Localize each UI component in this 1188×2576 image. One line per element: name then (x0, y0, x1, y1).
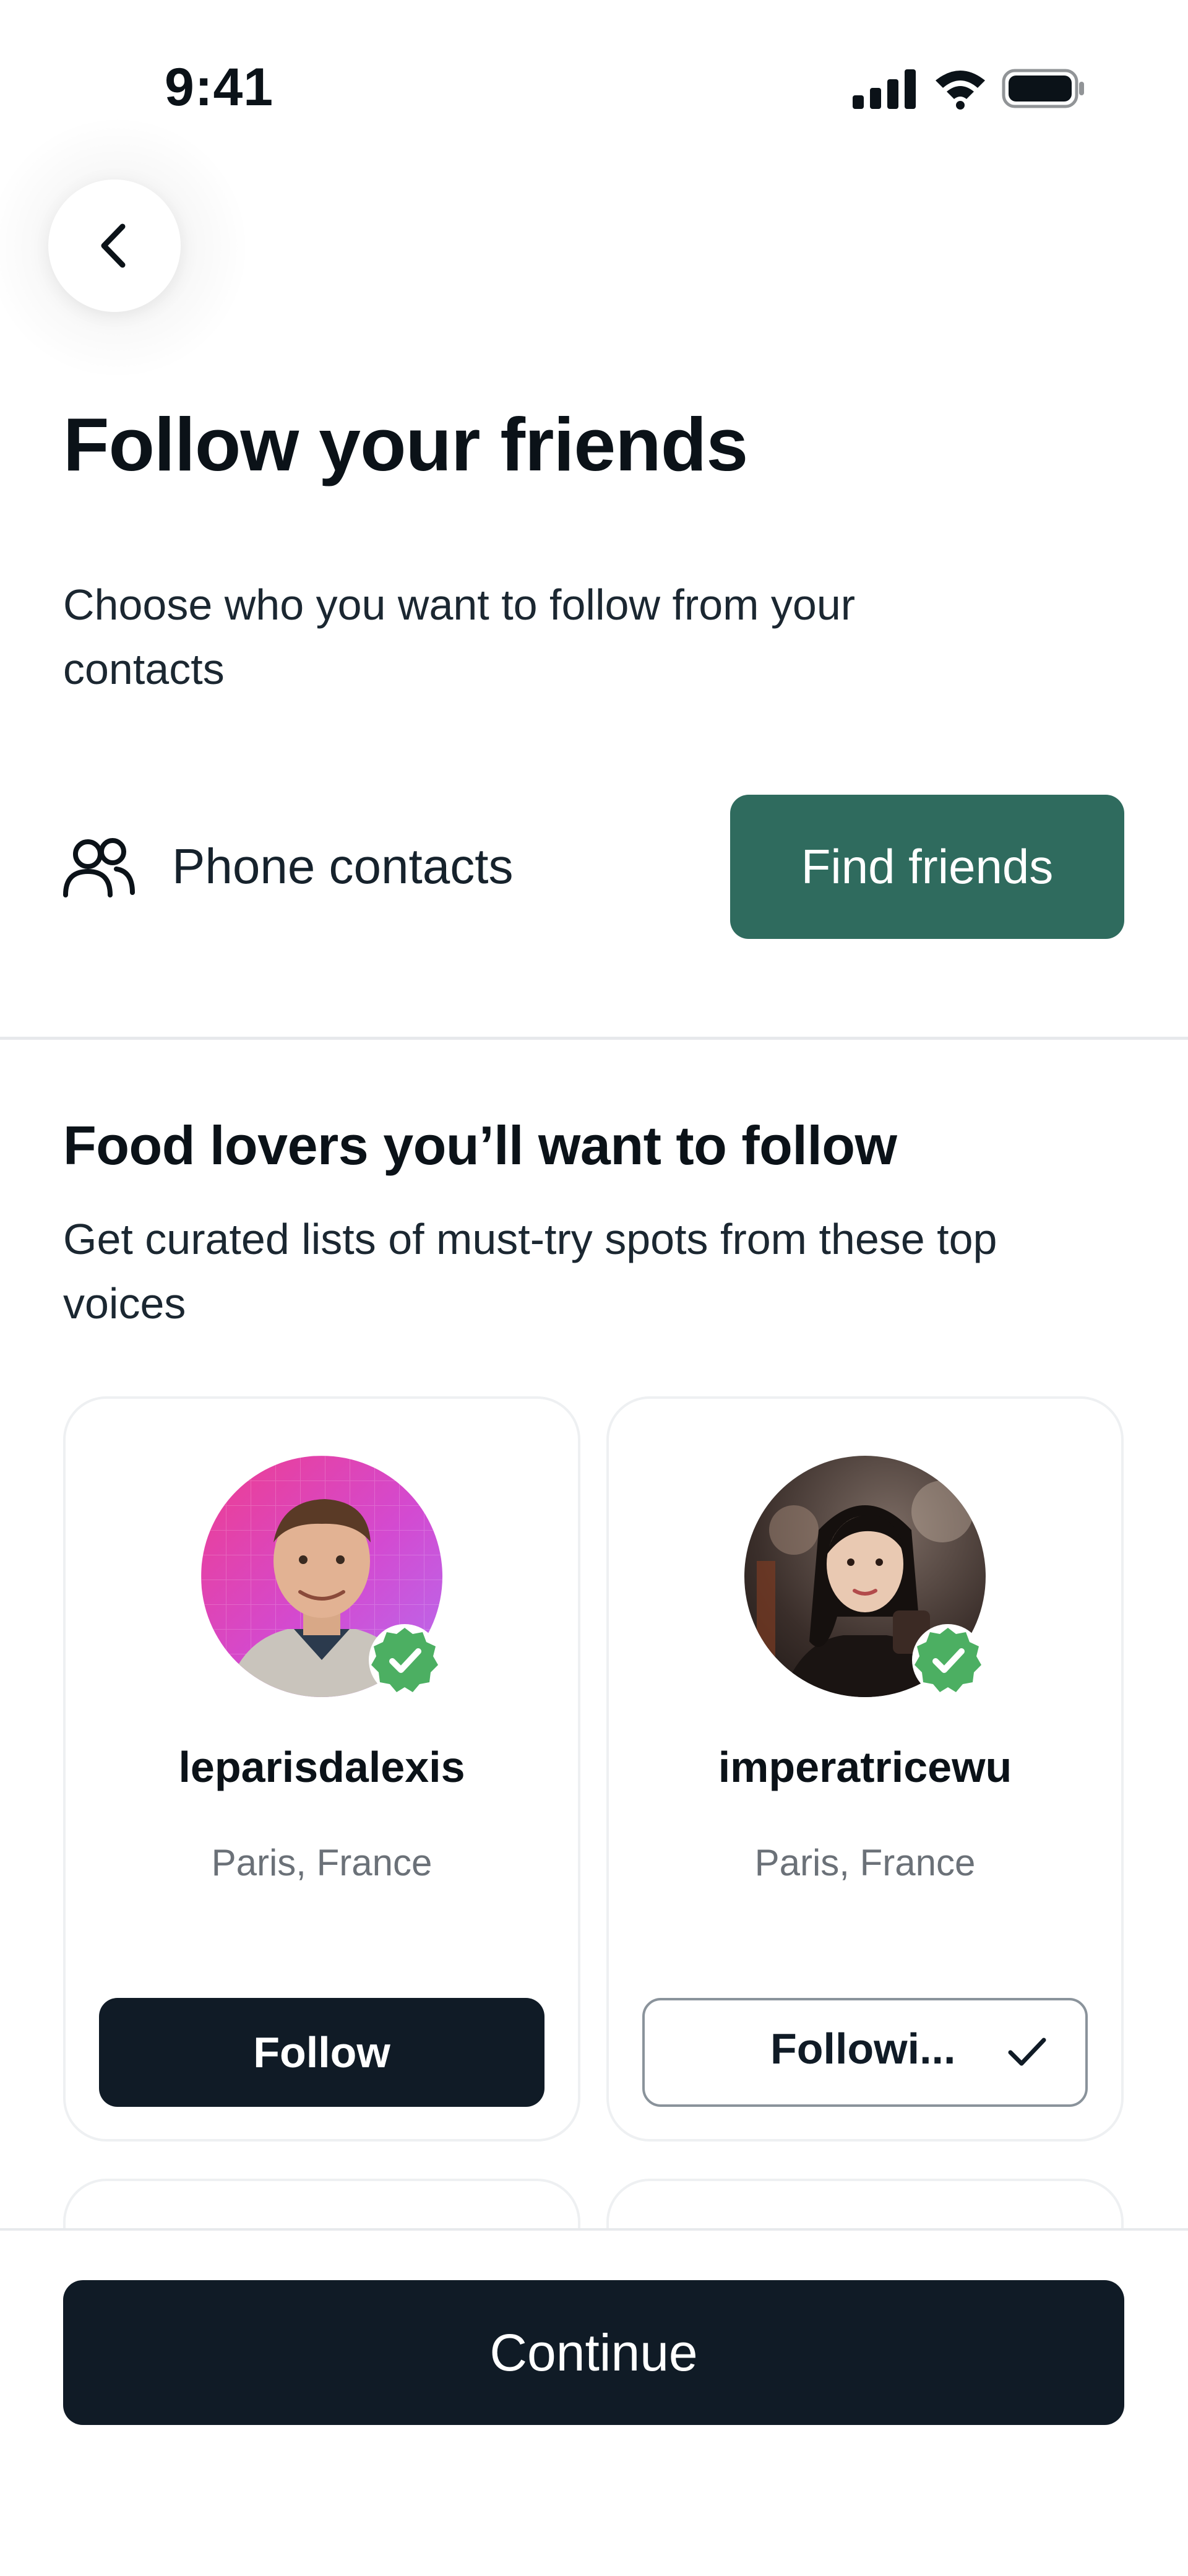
cellular-signal-icon (853, 69, 916, 109)
creator-location: Paris, France (754, 1842, 976, 1883)
page-subtitle: Choose who you want to follow from your … (63, 581, 856, 693)
section-subtitle: Get curated lists of must-try spots from… (63, 1215, 997, 1328)
phone-contacts-label: Phone contacts (172, 839, 514, 894)
creator-location: Paris, France (211, 1842, 433, 1883)
follow-button[interactable]: Follow (99, 1998, 544, 2107)
continue-button[interactable]: Continue (63, 2280, 1124, 2425)
verified-badge-icon (912, 1624, 984, 1696)
wifi-icon (936, 71, 985, 110)
section-divider (0, 1037, 1188, 1040)
status-icons (853, 69, 1084, 110)
back-button[interactable] (48, 179, 181, 312)
creator-username: imperatricewu (718, 1743, 1012, 1791)
people-icon (63, 838, 135, 897)
verified-badge-icon (369, 1624, 441, 1696)
checkmark-icon (1008, 2038, 1046, 2066)
chevron-left-icon (101, 223, 126, 268)
following-button-label: Followi... (770, 2025, 956, 2073)
creator-username: leparisdalexis (178, 1743, 465, 1791)
page-title: Follow your friends (63, 402, 748, 486)
battery-icon (1002, 69, 1084, 108)
find-friends-button[interactable]: Find friends (730, 795, 1124, 939)
section-title: Food lovers you’ll want to follow (63, 1115, 897, 1176)
status-time: 9:41 (165, 58, 274, 117)
